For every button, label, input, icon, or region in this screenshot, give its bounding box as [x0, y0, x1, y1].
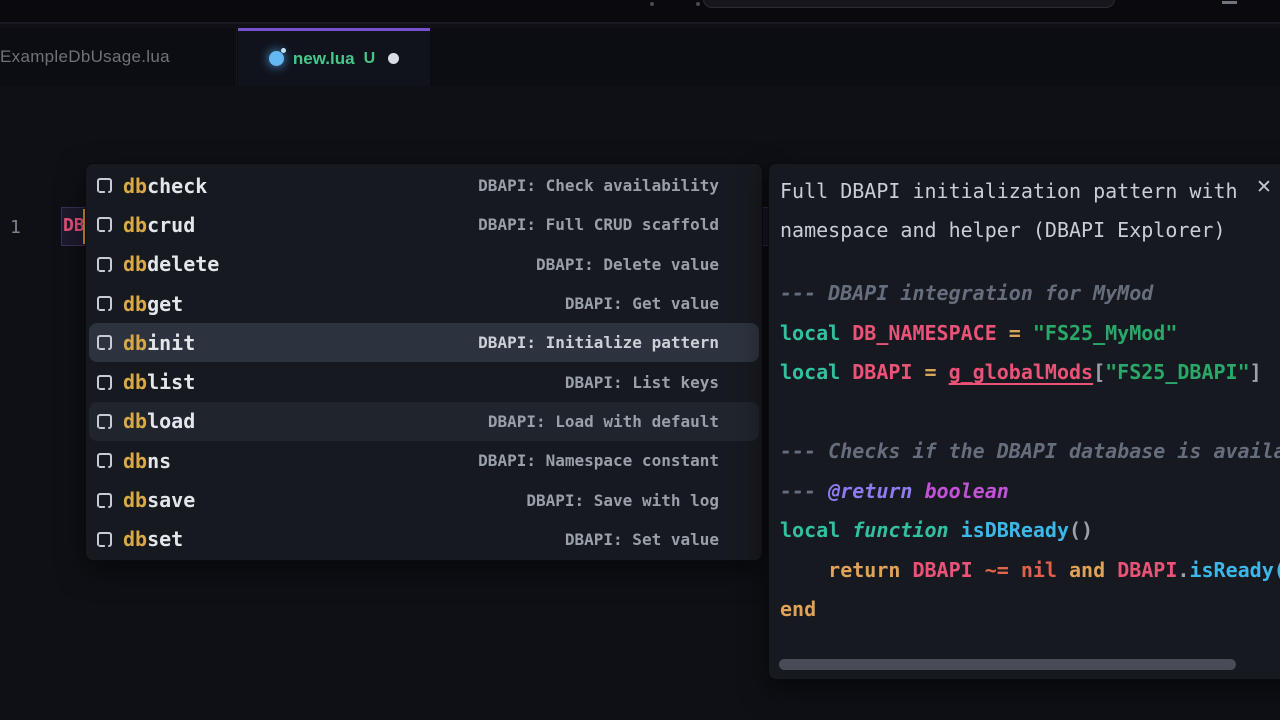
- command-center-searchbox[interactable]: [703, 0, 1115, 8]
- line-number: 1: [10, 217, 40, 238]
- match-text: db: [123, 292, 147, 316]
- suggest-item-dbset[interactable]: dbset DBAPI: Set value: [89, 520, 759, 559]
- label-text: set: [147, 527, 183, 551]
- code-line: --- DBAPI integration for MyMod: [780, 274, 1280, 314]
- suggest-description: DBAPI: Delete value: [536, 255, 719, 274]
- suggest-item-dbcheck[interactable]: dbcheck DBAPI: Check availability: [89, 166, 759, 205]
- suggest-description: DBAPI: Set value: [565, 530, 719, 549]
- suggest-description: DBAPI: List keys: [565, 373, 719, 392]
- label-text: save: [147, 488, 195, 512]
- label-text: list: [147, 370, 195, 394]
- tab-label: ExampleDbUsage.lua: [0, 47, 170, 67]
- label-text: load: [147, 409, 195, 433]
- snippet-icon: [97, 217, 112, 232]
- snippet-icon: [97, 296, 112, 311]
- match-text: db: [123, 174, 147, 198]
- match-text: db: [123, 370, 147, 394]
- label-text: delete: [147, 252, 219, 276]
- editor-line-text: DB: [63, 215, 85, 236]
- snippet-icon: [97, 335, 112, 350]
- close-icon[interactable]: ✕: [1256, 176, 1272, 198]
- match-text: db: [123, 252, 147, 276]
- suggest-docs-panel: Full DBAPI initialization pattern with n…: [768, 163, 1280, 680]
- suggest-item-dbload[interactable]: dbload DBAPI: Load with default: [89, 402, 759, 441]
- snippet-icon: [97, 532, 112, 547]
- match-text: db: [123, 331, 147, 355]
- lua-file-icon: [269, 51, 284, 66]
- suggest-description: DBAPI: Save with log: [526, 491, 719, 510]
- suggest-description: DBAPI: Check availability: [478, 176, 719, 195]
- minimize-icon[interactable]: [1222, 1, 1237, 4]
- label-text: ns: [147, 449, 171, 473]
- back-arrow-icon[interactable]: [650, 2, 654, 6]
- code-line: return DBAPI ~= nil and DBAPI.isReady(): [780, 551, 1280, 591]
- suggest-item-dbget[interactable]: dbget DBAPI: Get value: [89, 284, 759, 323]
- match-text: db: [123, 409, 147, 433]
- code-line: end: [780, 590, 1280, 630]
- suggest-item-dbdelete[interactable]: dbdelete DBAPI: Delete value: [89, 245, 759, 284]
- snippet-icon: [97, 257, 112, 272]
- tab-new-lua[interactable]: new.lua U: [238, 28, 430, 86]
- match-text: db: [123, 488, 147, 512]
- match-text: db: [123, 213, 147, 237]
- suggest-item-dblist[interactable]: dblist DBAPI: List keys: [89, 362, 759, 401]
- match-text: db: [123, 449, 147, 473]
- suggest-item-dbns[interactable]: dbns DBAPI: Namespace constant: [89, 441, 759, 480]
- suggest-item-dbinit[interactable]: dbinit DBAPI: Initialize pattern: [89, 323, 759, 362]
- snippet-icon: [97, 453, 112, 468]
- label-text: get: [147, 292, 183, 316]
- suggest-widget: dbcheck DBAPI: Check availability dbcrud…: [85, 163, 763, 561]
- titlebar: [0, 0, 1280, 22]
- label-text: crud: [147, 213, 195, 237]
- forward-arrow-icon[interactable]: [696, 2, 700, 6]
- suggest-description: DBAPI: Initialize pattern: [478, 333, 719, 352]
- snippet-icon: [97, 178, 112, 193]
- suggest-description: DBAPI: Load with default: [488, 412, 719, 431]
- code-line: local DB_NAMESPACE = "FS25_MyMod": [780, 314, 1280, 354]
- tab-bar: ExampleDbUsage.lua new.lua U: [0, 28, 1280, 86]
- suggest-item-dbcrud[interactable]: dbcrud DBAPI: Full CRUD scaffold: [89, 205, 759, 244]
- label-text: init: [147, 331, 195, 355]
- label-text: check: [147, 174, 207, 198]
- suggest-item-dbsave[interactable]: dbsave DBAPI: Save with log: [89, 480, 759, 519]
- git-status-badge: U: [364, 50, 376, 68]
- suggest-description: DBAPI: Get value: [565, 294, 719, 313]
- suggest-description: DBAPI: Namespace constant: [478, 451, 719, 470]
- snippet-icon: [97, 375, 112, 390]
- snippet-icon: [97, 414, 112, 429]
- tab-exampledbusage[interactable]: ExampleDbUsage.lua: [0, 28, 237, 86]
- horizontal-scrollbar[interactable]: [779, 659, 1236, 670]
- snippet-icon: [97, 493, 112, 508]
- code-line: local function isDBReady(): [780, 511, 1280, 551]
- docs-code-preview: --- DBAPI integration for MyMod local DB…: [780, 274, 1280, 630]
- code-line: --- Checks if the DBAPI database is avai…: [780, 432, 1280, 472]
- docs-header: Full DBAPI initialization pattern with n…: [780, 172, 1262, 250]
- suggest-description: DBAPI: Full CRUD scaffold: [478, 215, 719, 234]
- code-line: --- @return boolean: [780, 472, 1280, 512]
- match-text: db: [123, 527, 147, 551]
- unsaved-dot-icon[interactable]: [388, 53, 399, 64]
- tab-label: new.lua: [293, 49, 355, 69]
- code-line: local DBAPI = g_globalMods["FS25_DBAPI"]: [780, 353, 1280, 393]
- code-line-blank: [780, 393, 1280, 433]
